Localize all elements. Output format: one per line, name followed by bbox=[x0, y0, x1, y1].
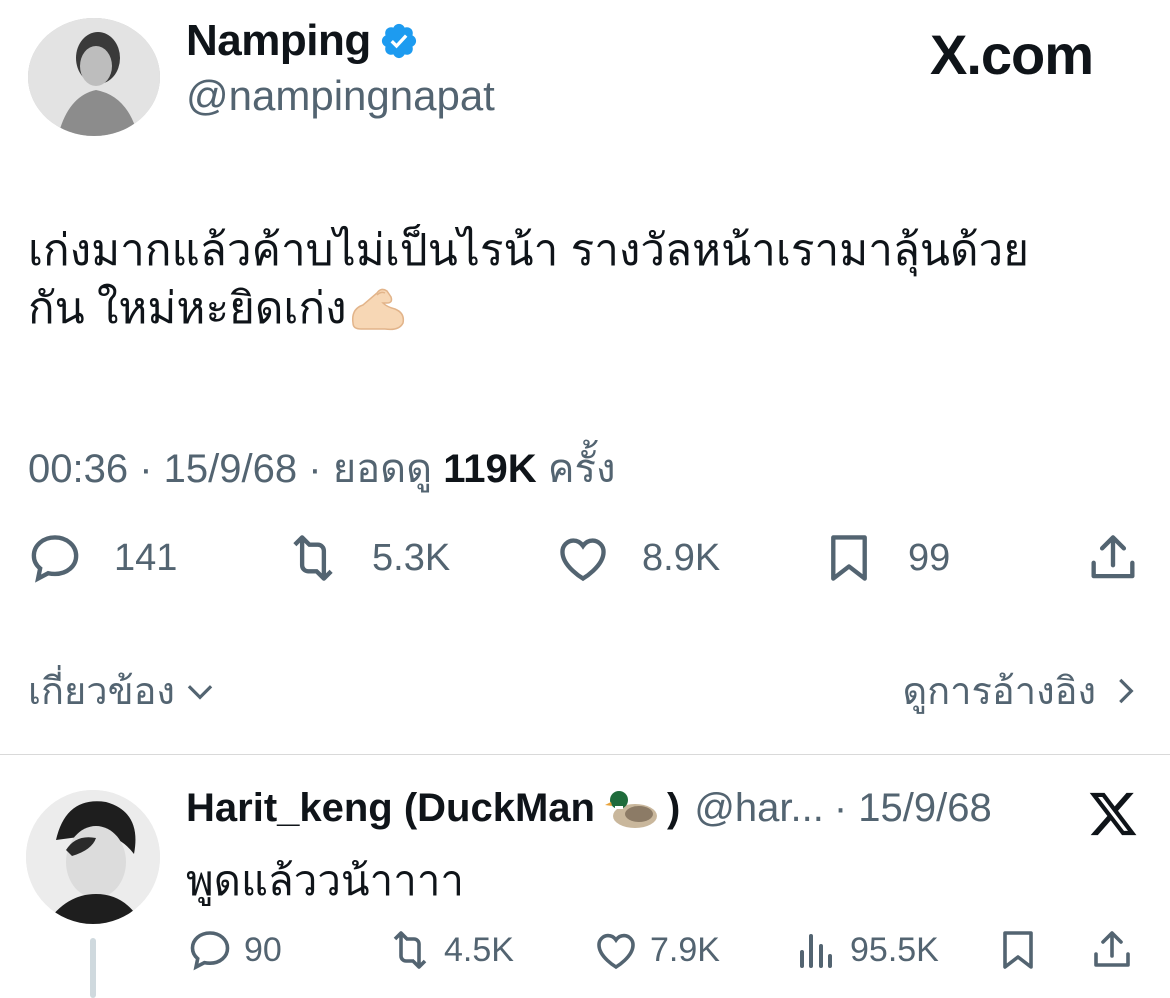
bookmark-count: 99 bbox=[908, 536, 951, 579]
author-handle[interactable]: @nampingnapat bbox=[186, 72, 495, 120]
like-count: 8.9K bbox=[642, 536, 721, 579]
tweet-meta: 00:36 · 15/9/68 · ยอดดู 119K ครั้ง bbox=[28, 436, 616, 500]
flexed-bicep-emoji-icon bbox=[351, 288, 404, 331]
author-name[interactable]: Namping bbox=[186, 16, 371, 66]
like-button[interactable]: 8.9K bbox=[554, 528, 720, 588]
reply-repost-button[interactable]: 4.5K bbox=[386, 922, 514, 978]
reply-author-name[interactable]: Harit_keng (DuckMan bbox=[186, 786, 595, 831]
tweet-date[interactable]: 15/9/68 bbox=[164, 447, 297, 491]
tweet-time[interactable]: 00:36 bbox=[28, 447, 128, 491]
reply-actions: 90 4.5K 7.9K 95.5K bbox=[186, 922, 1146, 978]
share-icon bbox=[1094, 931, 1130, 967]
repost-button[interactable]: 5.3K bbox=[284, 528, 450, 588]
x-logo-icon bbox=[1089, 792, 1137, 836]
views-suffix: ครั้ง bbox=[547, 447, 616, 491]
site-brand: X.com bbox=[930, 23, 1094, 86]
heart-icon bbox=[560, 538, 606, 582]
author-avatar[interactable] bbox=[28, 18, 160, 136]
reply-author-handle[interactable]: @har... bbox=[694, 786, 824, 831]
bookmark-button[interactable]: 99 bbox=[820, 528, 950, 588]
reply-button[interactable]: 141 bbox=[26, 528, 177, 588]
reply-like-button[interactable]: 7.9K bbox=[592, 922, 720, 978]
thread-line bbox=[90, 938, 96, 998]
repost-icon bbox=[393, 931, 427, 969]
tweet-text-line-2-text: กัน ใหม่หะยิดเก่ง bbox=[28, 284, 347, 333]
reply-views-count: 95.5K bbox=[850, 930, 939, 969]
tweet-actions: 141 5.3K 8.9K 99 bbox=[26, 528, 1144, 588]
reply-count: 141 bbox=[114, 536, 178, 579]
section-divider bbox=[0, 754, 1170, 755]
view-quotes-link[interactable]: ดูการอ้างอิง bbox=[902, 660, 1144, 721]
reply-views-button[interactable]: 95.5K bbox=[792, 922, 939, 978]
reply-bookmark-button[interactable] bbox=[994, 922, 1042, 978]
related-label: เกี่ยวข้อง bbox=[28, 671, 175, 713]
verified-badge-icon bbox=[381, 23, 416, 59]
reply-header: Harit_keng (DuckMan ) @har... · 15/9/68 bbox=[186, 784, 992, 832]
chevron-down-icon bbox=[187, 684, 213, 700]
quotes-label: ดูการอ้างอิง bbox=[902, 671, 1096, 713]
comment-icon bbox=[31, 535, 79, 583]
views-icon bbox=[800, 934, 832, 968]
reply-like-count: 7.9K bbox=[650, 930, 720, 969]
reply-text: พูดแล้ววน้าาาา bbox=[186, 857, 464, 904]
reply-author-avatar[interactable] bbox=[26, 790, 160, 924]
reply-reply-button[interactable]: 90 bbox=[186, 922, 282, 978]
tweet-text: เก่งมากแล้วค้าบไม่เป็นไรน้า รางวัลหน้าเร… bbox=[28, 222, 1138, 338]
views-prefix: ยอดดู bbox=[332, 447, 433, 491]
reply-author-name-close: ) bbox=[666, 785, 681, 830]
tweet-text-line-1: เก่งมากแล้วค้าบไม่เป็นไรน้า รางวัลหน้าเร… bbox=[28, 226, 1030, 275]
bookmark-icon bbox=[1003, 931, 1033, 969]
reply-share-button[interactable] bbox=[1088, 922, 1136, 978]
related-toggle[interactable]: เกี่ยวข้อง bbox=[28, 660, 219, 721]
share-button[interactable] bbox=[1084, 528, 1142, 588]
bookmark-icon bbox=[831, 535, 867, 581]
author-name-row: Namping bbox=[186, 16, 419, 66]
repost-count: 5.3K bbox=[372, 536, 451, 579]
reply-repost-count: 4.5K bbox=[444, 930, 514, 969]
comment-icon bbox=[190, 931, 230, 971]
views-count: 119K bbox=[443, 447, 537, 491]
share-icon bbox=[1091, 535, 1135, 579]
duck-emoji-icon bbox=[604, 791, 657, 828]
reply-reply-count: 90 bbox=[244, 930, 282, 969]
reply-date[interactable]: · 15/9/68 bbox=[834, 786, 992, 831]
repost-icon bbox=[293, 535, 333, 581]
tweet-text-line-2: กัน ใหม่หะยิดเก่ง bbox=[28, 280, 1138, 338]
heart-icon bbox=[597, 933, 635, 970]
meta-separator: · bbox=[308, 447, 333, 491]
chevron-right-icon bbox=[1119, 678, 1134, 703]
meta-separator: · bbox=[139, 447, 164, 491]
